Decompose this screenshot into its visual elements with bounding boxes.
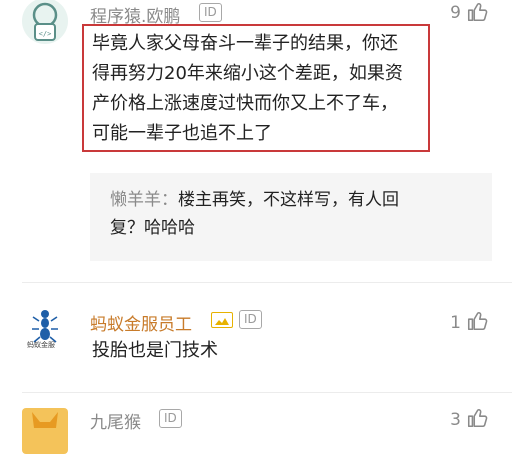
comment-text-line-2: 得再努力20年来缩小这个差距，如果资	[92, 63, 403, 84]
svg-text:</>: </>	[39, 30, 52, 38]
reply-box[interactable]: 懒羊羊：楼主再笑，不这样写，有人回 复？哈哈哈	[90, 173, 492, 261]
like-count: 1	[450, 313, 461, 333]
reply-text-line-2: 复？哈哈哈	[110, 218, 195, 238]
comment-text-line-1: 投胎也是门技术	[92, 340, 218, 361]
divider	[22, 282, 512, 283]
avatar-coder[interactable]: </>	[22, 0, 68, 44]
thumbs-up-icon[interactable]	[466, 310, 488, 332]
fox-avatar-icon	[32, 412, 58, 428]
coder-avatar-icon: </>	[32, 2, 58, 41]
comment-3: 九尾猴 ID 3	[0, 400, 512, 454]
comment-2: 蚂蚁金服 蚂蚁金服员工 ID 1 投胎也是门技术	[0, 295, 512, 385]
id-badge: ID	[159, 409, 182, 428]
divider	[22, 392, 512, 393]
ant-caption: 蚂蚁金服	[27, 341, 55, 349]
id-badge: ID	[239, 310, 262, 329]
comment-1: </> 程序猿.欧鹏 ID 9 毕竟人家父母奋斗一辈子的结果，你还 得再努力20…	[0, 0, 512, 270]
like-count: 3	[450, 410, 461, 430]
comment-text-line-1: 毕竟人家父母奋斗一辈子的结果，你还	[92, 33, 398, 54]
like-count: 9	[450, 3, 461, 23]
thumbs-up-icon[interactable]	[466, 1, 488, 23]
id-badge: ID	[199, 3, 222, 22]
reply-author[interactable]: 懒羊羊：	[110, 190, 178, 210]
avatar-fox[interactable]	[22, 408, 68, 454]
reply-text-line-1: 楼主再笑，不这样写，有人回	[178, 190, 399, 210]
vip-badge-icon	[211, 312, 233, 328]
comment-text-line-3: 产价格上涨速度过快而你又上不了车，	[92, 93, 398, 114]
thumbs-up-icon[interactable]	[466, 407, 488, 429]
username[interactable]: 九尾猴	[90, 408, 141, 433]
comment-text-line-4: 可能一辈子也追不上了	[92, 123, 272, 144]
username[interactable]: 蚂蚁金服员工	[90, 310, 192, 335]
